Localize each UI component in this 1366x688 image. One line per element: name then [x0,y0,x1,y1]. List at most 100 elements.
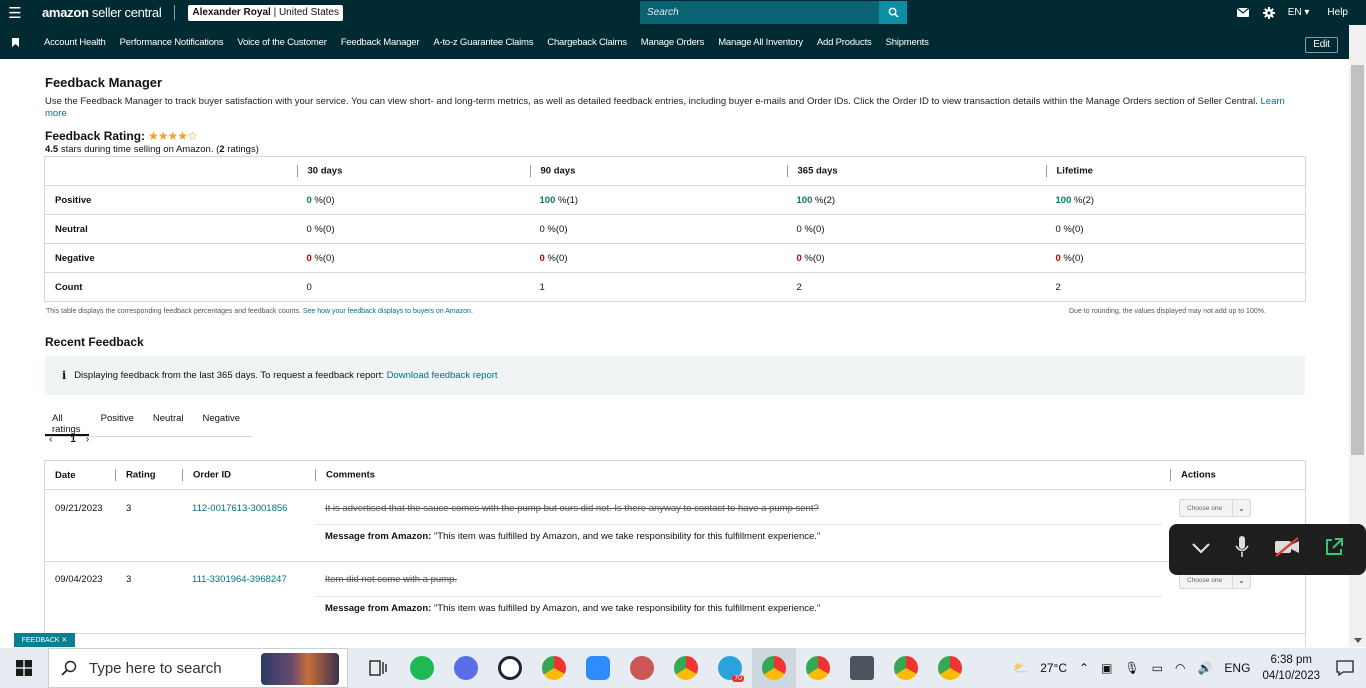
col-rating: Rating [126,469,156,481]
edit-nav-button[interactable]: Edit [1305,37,1338,53]
os-taskbar: Type here to search 70 ⛅ 27°C ⌃ ▣ 🎙 ▭ ◠ … [0,648,1366,688]
windows-start-icon[interactable] [0,648,48,688]
pagination: ‹ 1 › [49,434,97,445]
nav-item-add-products[interactable]: Add Products [817,37,872,48]
collapse-icon[interactable] [1191,541,1211,559]
feedback-rating-heading: Feedback Rating: ★★★★☆ [45,129,198,143]
telegram-icon[interactable]: 70 [708,648,752,688]
search-highlight-image [261,653,339,685]
metrics-row-neutral: Neutral 0 %(0) 0 %(0) 0 %(0) 0 %(0) [44,214,1306,244]
clock[interactable]: 6:38 pm 04/10/2023 [1262,652,1320,684]
system-tray: ⛅ 27°C ⌃ ▣ 🎙 ▭ ◠ 🔊 ENG 6:38 pm 04/10/2023 [1007,648,1366,688]
scroll-down-arrow[interactable] [1354,638,1362,643]
feedback-display-link[interactable]: See how your feedback displays to buyers… [303,308,473,315]
snipping-tool-icon[interactable] [620,648,664,688]
mail-icon[interactable] [1236,8,1249,17]
nav-item-voice-of-the-customer[interactable]: Voice of the Customer [237,37,326,48]
page-title: Feedback Manager [45,75,163,90]
temperature[interactable]: 27°C [1040,661,1067,675]
nav-item-account-health[interactable]: Account Health [44,37,106,48]
action-select[interactable]: Choose one ⌄ [1179,499,1251,517]
feedback-widget-tab[interactable]: FEEDBACK ✕ [14,633,75,647]
weather-icon[interactable]: ⛅ [1013,661,1028,675]
comment-text: It is advertised that the sauce comes wi… [325,503,819,514]
meet-icon[interactable]: ▣ [1101,661,1112,675]
wifi-icon[interactable]: ◠ [1175,661,1185,675]
language-indicator[interactable]: ENG [1224,661,1250,675]
info-banner: i Displaying feedback from the last 365 … [45,356,1305,395]
tab-negative[interactable]: Negative [196,407,248,436]
chrome-profile-r-icon[interactable] [928,648,972,688]
nav-item-feedback-manager[interactable]: Feedback Manager [341,37,420,48]
current-page[interactable]: 1 [70,434,76,445]
nav-item-a-to-z-claims[interactable]: A-to-z Guarantee Claims [433,37,533,48]
col-lifetime: Lifetime [1056,165,1093,177]
download-report-link[interactable]: Download feedback report [387,370,498,381]
tab-all-ratings[interactable]: All ratings [45,407,89,436]
microphone-tray-icon[interactable]: 🎙 [1124,661,1139,675]
rounding-note: Due to rounding, the values displayed ma… [1069,308,1266,315]
tab-neutral[interactable]: Neutral [146,407,191,436]
nav-bar: Account Health Performance Notifications… [0,25,1349,59]
col-30-days: 30 days [307,165,343,177]
menu-icon[interactable]: ☰ [0,0,30,25]
table-row: 09/04/2023 3 111-3301964-3968247 Item di… [45,562,1305,634]
search-input[interactable] [640,1,879,24]
chevron-down-icon: ⌄ [1232,500,1250,516]
search-icon [61,660,77,676]
open-external-icon[interactable] [1324,537,1344,562]
canva-icon[interactable] [444,648,488,688]
language-selector[interactable]: EN ▾ [1288,7,1310,18]
calculator-icon[interactable] [840,648,884,688]
taskbar-apps: 70 [356,648,972,688]
nav-item-performance-notifications[interactable]: Performance Notifications [120,37,224,48]
nav-item-manage-orders[interactable]: Manage Orders [641,37,705,48]
chrome-profile-l-icon[interactable] [796,648,840,688]
nav-item-manage-inventory[interactable]: Manage All Inventory [718,37,803,48]
chrome-profile-icon[interactable] [664,648,708,688]
notification-icon[interactable] [1330,660,1360,676]
order-id-link[interactable]: 111-3301964-3968247 [192,574,287,585]
main-content: Feedback Manager Use the Feedback Manage… [0,59,1349,647]
battery-icon[interactable]: ▭ [1152,661,1163,675]
bookmark-icon[interactable] [0,37,30,47]
camera-off-icon[interactable] [1274,537,1300,562]
brand-logo[interactable]: amazon seller central [42,5,162,20]
account-switcher[interactable]: Alexander Royal | United States [188,4,343,21]
prev-page-icon[interactable]: ‹ [49,434,52,445]
task-view-icon[interactable] [356,648,400,688]
next-page-icon[interactable]: › [86,434,89,445]
chrome-profile-m-icon[interactable] [752,648,796,688]
rating-summary: 4.5 stars during time selling on Amazon.… [45,144,259,155]
top-header: ☰ amazon seller central Alexander Royal … [0,0,1366,25]
metrics-row-negative: Negative 0 %(0) 0 %(0) 0 %(0) 0 %(0) [44,243,1306,273]
chrome-profile-s-icon[interactable] [884,648,928,688]
col-order-id: Order ID [193,469,232,481]
recent-feedback-heading: Recent Feedback [45,335,144,349]
rating-stars-icon: ★★★★☆ [148,129,198,143]
volume-icon[interactable]: 🔊 [1197,661,1212,675]
microphone-icon[interactable] [1235,536,1250,563]
tab-positive[interactable]: Positive [94,407,141,436]
order-id-link[interactable]: 112-0017613-3001856 [192,503,287,514]
nav-item-chargeback-claims[interactable]: Chargeback Claims [547,37,627,48]
col-date: Date [55,469,76,481]
feedback-metrics-table: 30 days 90 days 365 days Lifetime Positi… [44,156,1306,302]
amazon-message: Message from Amazon: "This item was fulf… [325,531,821,542]
table-row: 09/21/2023 3 112-0017613-3001856 It is a… [45,490,1305,562]
help-link[interactable]: Help [1327,7,1348,18]
scroll-thumb[interactable] [1351,65,1364,455]
gear-icon[interactable] [1262,6,1275,19]
nav-item-shipments[interactable]: Shipments [886,37,929,48]
taskbar-search[interactable]: Type here to search [48,648,348,688]
metrics-row-count: Count 0 1 2 2 [44,272,1306,302]
chrome-icon[interactable] [532,648,576,688]
zoom-icon[interactable] [576,648,620,688]
spotify-icon[interactable] [400,648,444,688]
clock-app-icon[interactable] [488,648,532,688]
chevron-up-icon[interactable]: ⌃ [1079,661,1089,675]
rating-tabs: All ratings Positive Neutral Negative [45,407,252,437]
table-note: This table displays the corresponding fe… [46,308,473,315]
col-365-days: 365 days [797,165,838,177]
search-icon[interactable] [879,1,907,24]
